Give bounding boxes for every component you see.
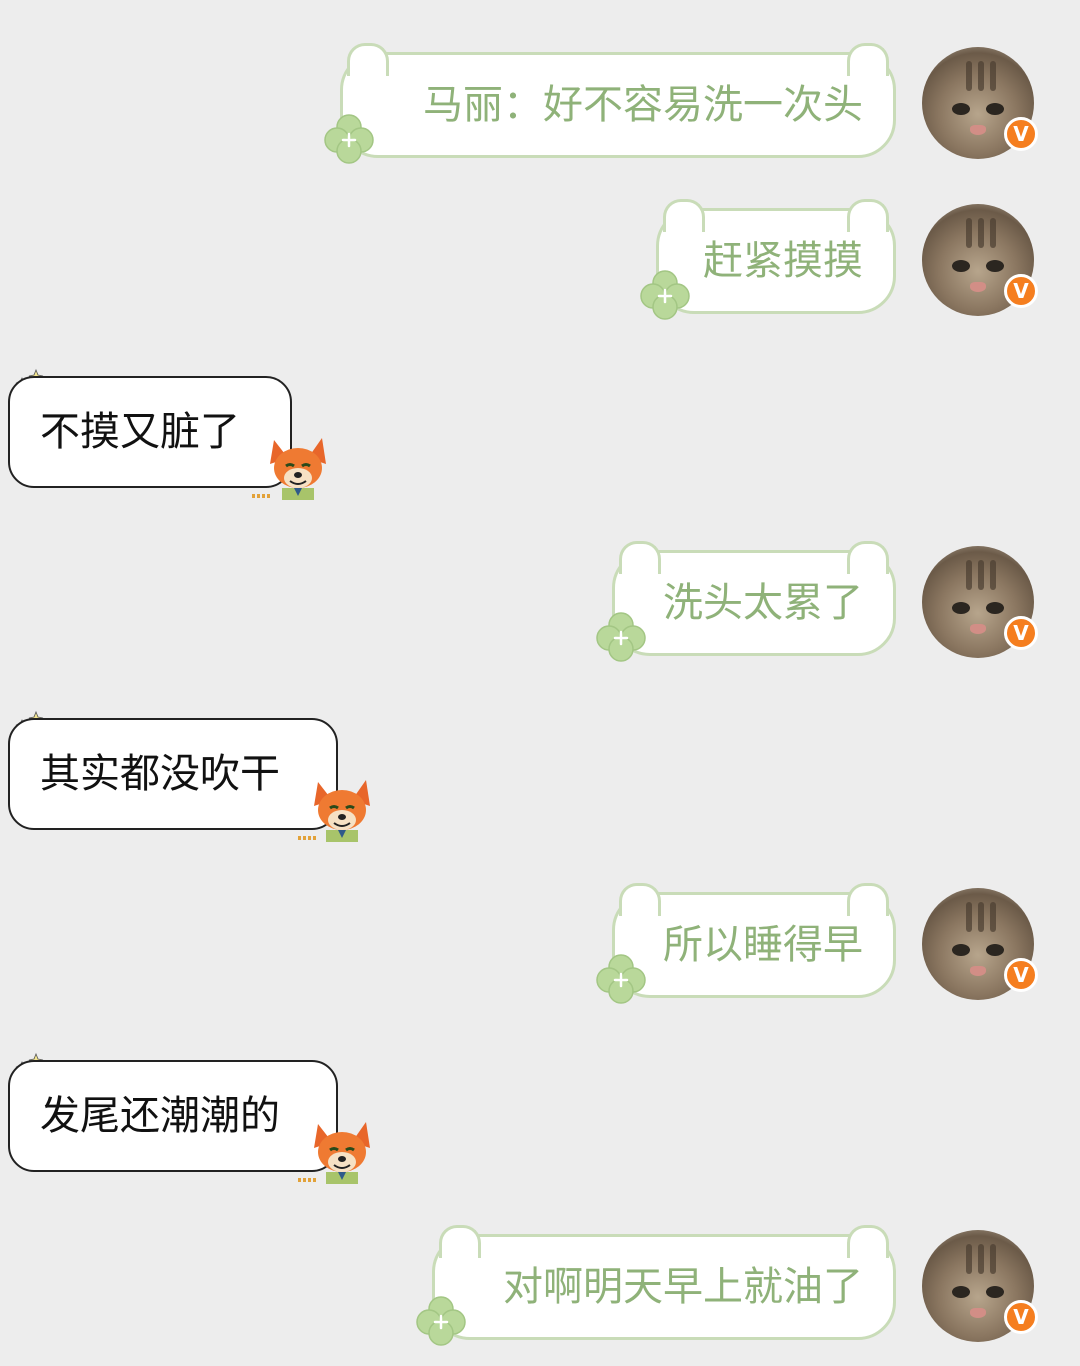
message-text: 不摸又脏了 <box>40 409 240 455</box>
verified-v-badge-icon: V <box>1004 616 1038 650</box>
clover-icon <box>595 953 647 1005</box>
bubble-ear-decoration <box>619 883 661 916</box>
bubble-ear-decoration <box>847 43 889 76</box>
bubble-ear-decoration <box>847 883 889 916</box>
bubble-ear-decoration <box>347 43 389 76</box>
message-text: 对啊明天早上就油了 <box>503 1264 863 1310</box>
bubble-ear-decoration <box>663 199 705 232</box>
verified-v-badge-icon: V <box>1004 1300 1038 1334</box>
clover-icon <box>639 269 691 321</box>
cat-avatar[interactable]: V <box>922 204 1038 316</box>
message-text: 马丽：好不容易洗一次头 <box>423 82 863 128</box>
fox-sticker-icon <box>312 778 372 842</box>
message-text: 赶紧摸摸 <box>703 238 863 284</box>
cat-avatar[interactable]: V <box>922 47 1038 159</box>
bubble-ear-decoration <box>847 199 889 232</box>
message-bubble-other[interactable]: 发尾还潮潮的 <box>8 1060 338 1172</box>
clover-icon <box>415 1295 467 1347</box>
message-text: 发尾还潮潮的 <box>40 1093 280 1139</box>
fox-sticker-icon <box>312 1120 372 1184</box>
cat-avatar[interactable]: V <box>922 1230 1038 1342</box>
bubble-ear-decoration <box>847 541 889 574</box>
verified-v-badge-icon: V <box>1004 117 1038 151</box>
message-bubble-self[interactable]: 对啊明天早上就油了 <box>432 1225 896 1340</box>
verified-v-badge-icon: V <box>1004 274 1038 308</box>
message-bubble-other[interactable]: 其实都没吹干 <box>8 718 338 830</box>
message-bubble-self[interactable]: 赶紧摸摸 <box>656 199 896 314</box>
message-bubble-other[interactable]: 不摸又脏了 <box>8 376 292 488</box>
clover-icon <box>595 611 647 663</box>
clover-icon <box>323 113 375 165</box>
message-bubble-self[interactable]: 洗头太累了 <box>612 541 896 656</box>
cat-avatar[interactable]: V <box>922 888 1038 1000</box>
fox-sticker-icon <box>268 436 328 500</box>
bubble-ear-decoration <box>847 1225 889 1258</box>
bubble-ear-decoration <box>439 1225 481 1258</box>
cat-avatar[interactable]: V <box>922 546 1038 658</box>
verified-v-badge-icon: V <box>1004 958 1038 992</box>
message-text: 其实都没吹干 <box>40 751 280 797</box>
message-text: 所以睡得早 <box>663 922 863 968</box>
message-bubble-self[interactable]: 马丽：好不容易洗一次头 <box>340 43 896 158</box>
message-bubble-self[interactable]: 所以睡得早 <box>612 883 896 998</box>
bubble-ear-decoration <box>619 541 661 574</box>
message-text: 洗头太累了 <box>663 580 863 626</box>
